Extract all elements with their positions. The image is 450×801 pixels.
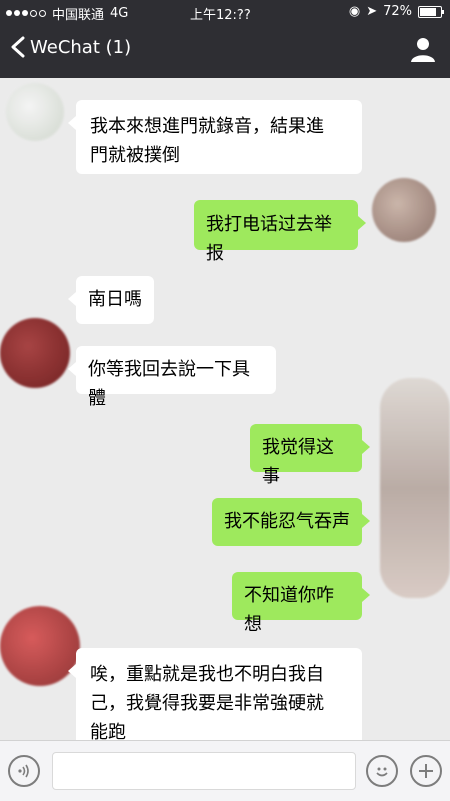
plus-icon bbox=[419, 764, 433, 778]
battery-text: 72% bbox=[383, 4, 412, 19]
chevron-left-icon bbox=[11, 36, 25, 58]
message-line: 我打电话过去举报 bbox=[206, 214, 332, 264]
location-icon: ➤ bbox=[366, 4, 378, 19]
person-icon bbox=[411, 38, 435, 62]
message-bubble: 你等我回去說一下具體 bbox=[68, 346, 276, 409]
avatar bbox=[6, 83, 64, 141]
message-bubble: 我不能忍气吞声 bbox=[212, 498, 370, 546]
chat-area: 我本來想進門就錄音，結果進 門就被撲倒 我打电话过去举报 南日嗎 你等我回去說一… bbox=[0, 78, 450, 750]
message-line: 我不能忍气吞声 bbox=[224, 511, 350, 532]
network-text: 4G bbox=[110, 6, 129, 21]
message-input[interactable] bbox=[52, 752, 356, 790]
message-line: 你等我回去說一下具體 bbox=[88, 359, 250, 409]
voice-button[interactable] bbox=[8, 755, 40, 787]
avatar bbox=[372, 178, 436, 242]
status-bar: 中国联通 4G 上午12:?? ◉ ➤ 72% bbox=[0, 0, 450, 24]
carrier-area: 中国联通 4G bbox=[6, 4, 128, 23]
message-bubble: 唉，重點就是我也不明白我自 己，我覺得我要是非常強硬就 能跑 bbox=[68, 648, 362, 750]
message-line: 唉，重點就是我也不明白我自 bbox=[90, 664, 324, 685]
message-bubble: 我觉得这事 bbox=[250, 424, 370, 487]
message-line: 南日嗎 bbox=[88, 289, 142, 310]
message-line: 我觉得这事 bbox=[262, 437, 334, 487]
emoji-icon bbox=[376, 767, 388, 777]
battery-icon bbox=[418, 5, 444, 18]
message-line: 我本來想進門就錄音，結果進 bbox=[90, 116, 324, 137]
avatar bbox=[0, 318, 70, 388]
message-line: 己，我覺得我要是非常強硬就 bbox=[90, 693, 324, 714]
lock-rotation-icon: ◉ bbox=[348, 4, 361, 19]
signal-icon bbox=[6, 10, 46, 17]
avatar bbox=[380, 378, 450, 598]
status-time: 上午12:?? bbox=[190, 8, 251, 23]
carrier-text: 中国联通 bbox=[52, 8, 105, 23]
message-bubble: 南日嗎 bbox=[68, 276, 154, 324]
voice-icon bbox=[18, 764, 29, 778]
nav-bar: WeChat (1) bbox=[0, 24, 450, 78]
message-bubble: 不知道你咋想 bbox=[232, 572, 370, 635]
back-label: WeChat (1) bbox=[30, 36, 132, 58]
contact-button[interactable] bbox=[410, 36, 436, 62]
back-button[interactable]: WeChat (1) bbox=[10, 36, 131, 58]
message-bubble: 我本來想進門就錄音，結果進 門就被撲倒 bbox=[68, 100, 362, 174]
message-bubble: 我打电话过去举报 bbox=[194, 200, 366, 264]
message-line: 門就被撲倒 bbox=[90, 145, 180, 166]
status-right: ◉ ➤ 72% bbox=[348, 4, 444, 19]
add-button[interactable] bbox=[410, 755, 442, 787]
input-bar bbox=[0, 740, 450, 801]
message-line: 不知道你咋想 bbox=[244, 585, 334, 635]
emoji-button[interactable] bbox=[366, 755, 398, 787]
